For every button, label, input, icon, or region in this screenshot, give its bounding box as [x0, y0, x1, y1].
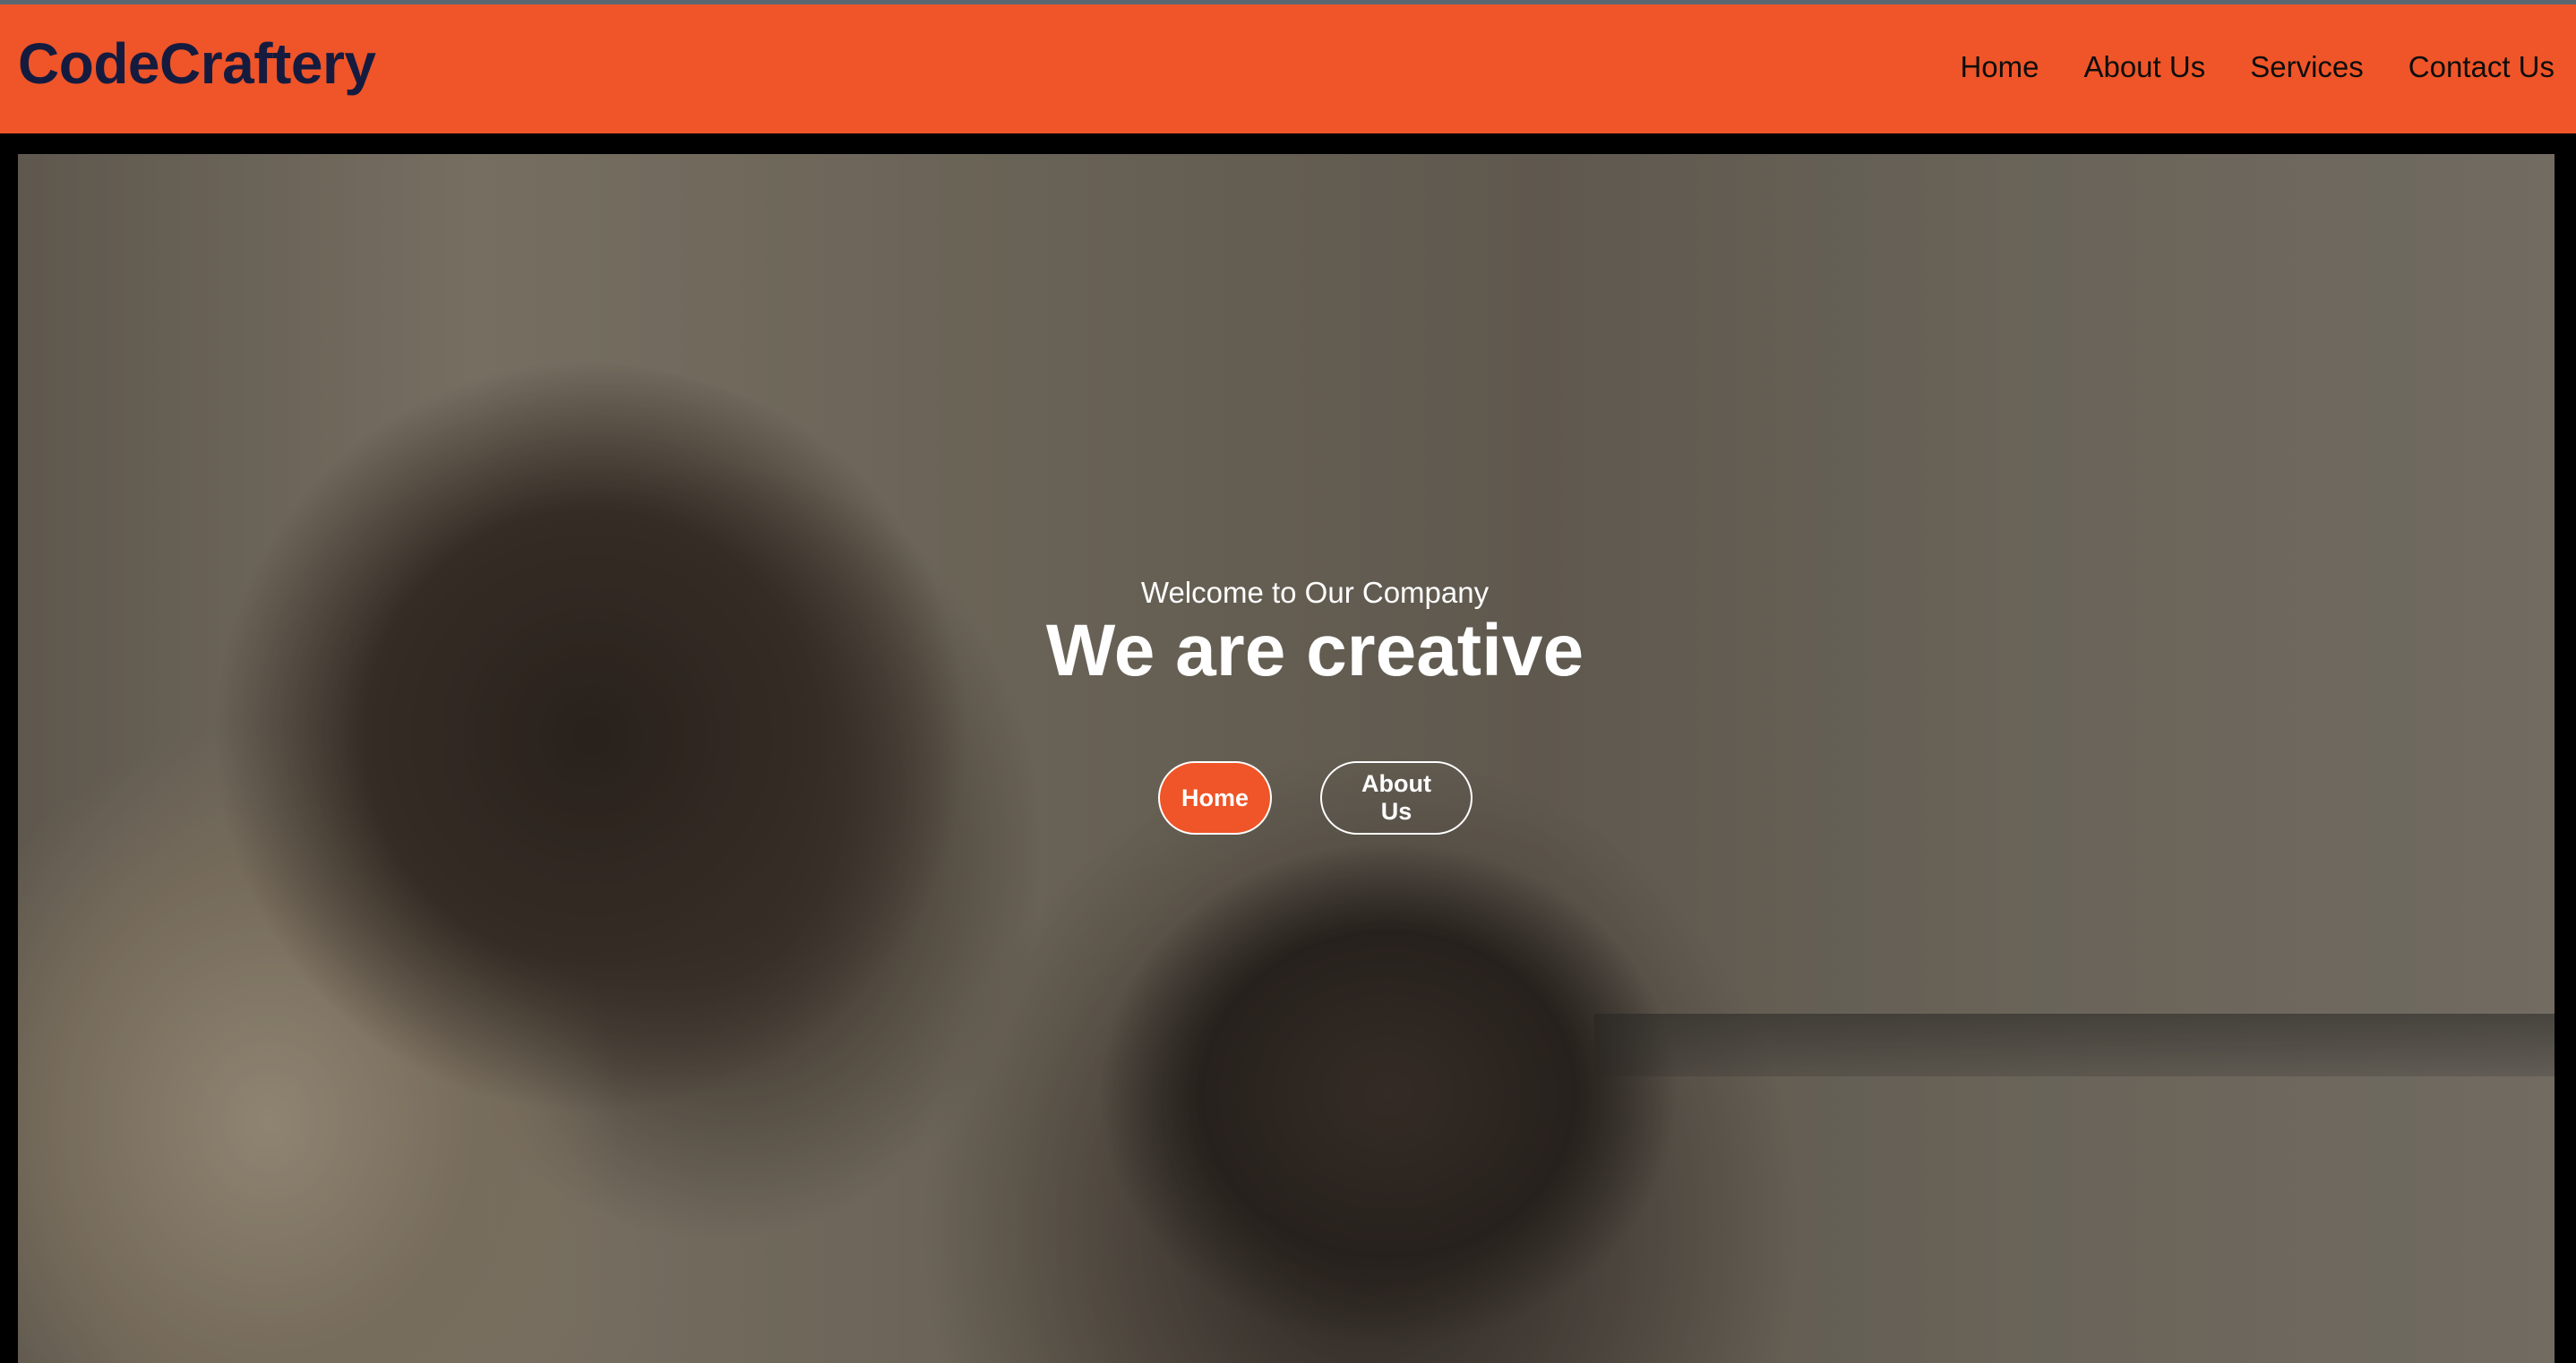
nav-menu: Home About Us Services Contact Us	[1915, 47, 2555, 87]
brand-logo[interactable]: CodeCraftery	[18, 30, 376, 98]
nav-link-services[interactable]: Services	[2250, 47, 2364, 87]
hero-buttons: Home About Us	[1158, 761, 1473, 835]
hero-subtitle: Welcome to Our Company	[1140, 576, 1490, 609]
nav-link-contact-us[interactable]: Contact Us	[2409, 47, 2555, 87]
nav-link-home[interactable]: Home	[1960, 47, 2039, 87]
hero-title: We are creative	[1045, 610, 1584, 691]
hero-home-button[interactable]: Home	[1158, 761, 1272, 835]
hero-about-us-button[interactable]: About Us	[1320, 761, 1473, 835]
navbar: CodeCraftery Home About Us Services Cont…	[0, 4, 2576, 133]
nav-link-about-us[interactable]: About Us	[2083, 47, 2205, 87]
hero-content: Welcome to Our Company We are creative H…	[18, 154, 2555, 1363]
hero-section: Welcome to Our Company We are creative H…	[18, 154, 2555, 1363]
